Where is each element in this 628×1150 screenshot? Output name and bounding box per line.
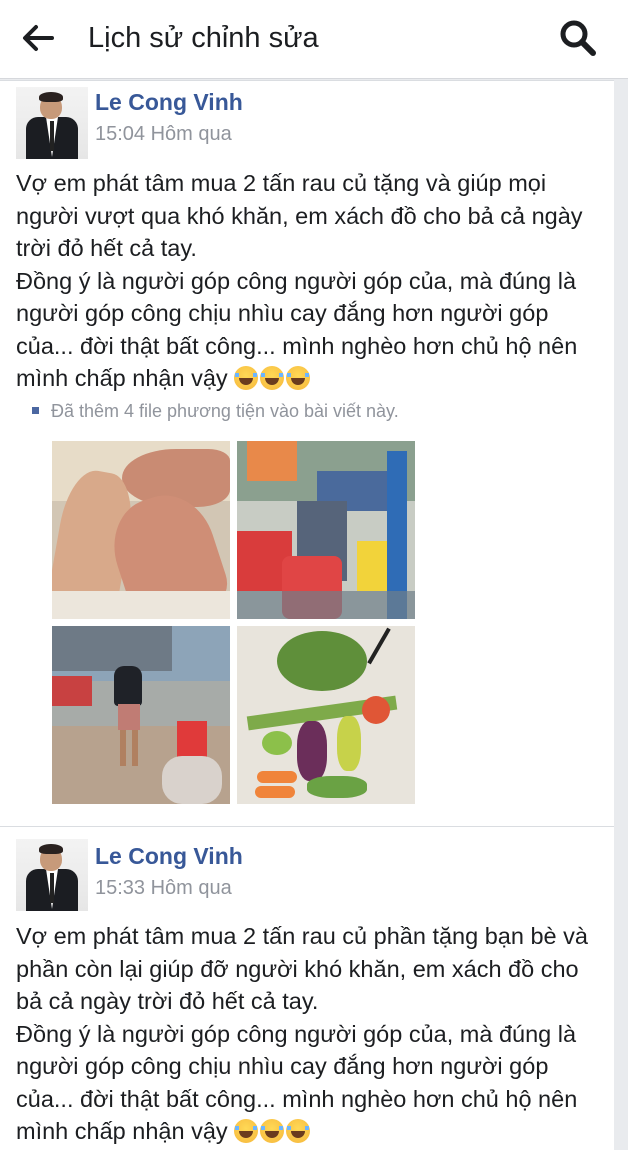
arrow-left-icon[interactable] xyxy=(18,18,58,58)
revision-post: Le Cong Vinh 15:33 Hôm qua Vợ em phát tâ… xyxy=(0,826,614,1150)
laughing-tears-emoji xyxy=(286,1119,311,1143)
laughing-tears-emoji xyxy=(260,366,285,390)
street-vendor-photo[interactable] xyxy=(52,626,230,804)
post-time: 15:04 Hôm qua xyxy=(95,123,232,145)
post-body: Vợ em phát tâm mua 2 tấn rau củ phần tặn… xyxy=(16,920,606,1148)
bullet-square-icon xyxy=(32,407,39,414)
laughing-tears-emoji xyxy=(286,366,311,390)
page-title: Lịch sử chỉnh sửa xyxy=(88,22,319,54)
media-note-text: Đã thêm 4 file phương tiện vào bài viết … xyxy=(51,401,399,421)
author-name[interactable]: Le Cong Vinh xyxy=(95,89,243,116)
revision-post: Le Cong Vinh 15:04 Hôm qua Vợ em phát tâ… xyxy=(0,80,614,827)
avatar[interactable] xyxy=(16,87,88,159)
vegetables-on-floor-photo[interactable] xyxy=(237,626,415,804)
vegetable-bags-photo[interactable] xyxy=(237,441,415,619)
laughing-tears-emoji xyxy=(234,1119,259,1143)
post-time: 15:33 Hôm qua xyxy=(95,877,232,899)
search-icon[interactable] xyxy=(556,16,600,60)
media-note: Đã thêm 4 file phương tiện vào bài viết … xyxy=(32,401,399,422)
author-name[interactable]: Le Cong Vinh xyxy=(95,843,243,870)
avatar[interactable] xyxy=(16,839,88,911)
post-body: Vợ em phát tâm mua 2 tấn rau củ tặng và … xyxy=(16,167,606,395)
post-text: Vợ em phát tâm mua 2 tấn rau củ phần tặn… xyxy=(16,923,588,1144)
laughing-tears-emoji xyxy=(260,1119,285,1143)
post-text: Vợ em phát tâm mua 2 tấn rau củ tặng và … xyxy=(16,170,583,391)
hands-photo[interactable] xyxy=(52,441,230,619)
top-bar: Lịch sử chỉnh sửa xyxy=(0,0,628,79)
laughing-tears-emoji xyxy=(234,366,259,390)
